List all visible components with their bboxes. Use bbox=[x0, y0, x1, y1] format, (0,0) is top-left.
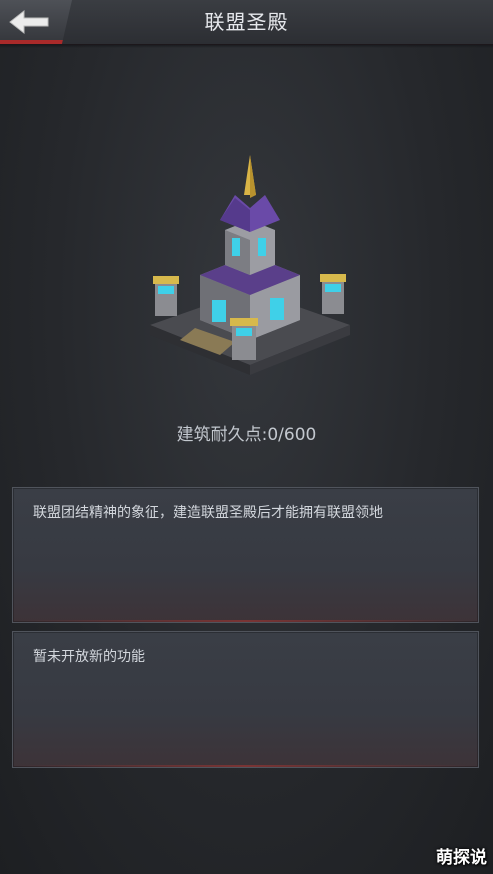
feature-text: 暂未开放新的功能 bbox=[33, 649, 145, 665]
durability-label: 建筑耐久点:0/600 bbox=[176, 425, 317, 445]
watermark-text: 萌探说 bbox=[436, 848, 487, 868]
panel-divider bbox=[13, 620, 478, 622]
description-text: 联盟团结精神的象征，建造联盟圣殿后才能拥有联盟领地 bbox=[33, 505, 383, 521]
alliance-temple-icon bbox=[150, 155, 350, 375]
page-title: 联盟圣殿 bbox=[204, 10, 289, 34]
feature-panel: 暂未开放新的功能 bbox=[12, 631, 479, 768]
panel-divider bbox=[13, 765, 478, 767]
description-panel: 联盟团结精神的象征，建造联盟圣殿后才能拥有联盟领地 bbox=[12, 487, 479, 623]
top-bar-shadow bbox=[0, 44, 493, 48]
